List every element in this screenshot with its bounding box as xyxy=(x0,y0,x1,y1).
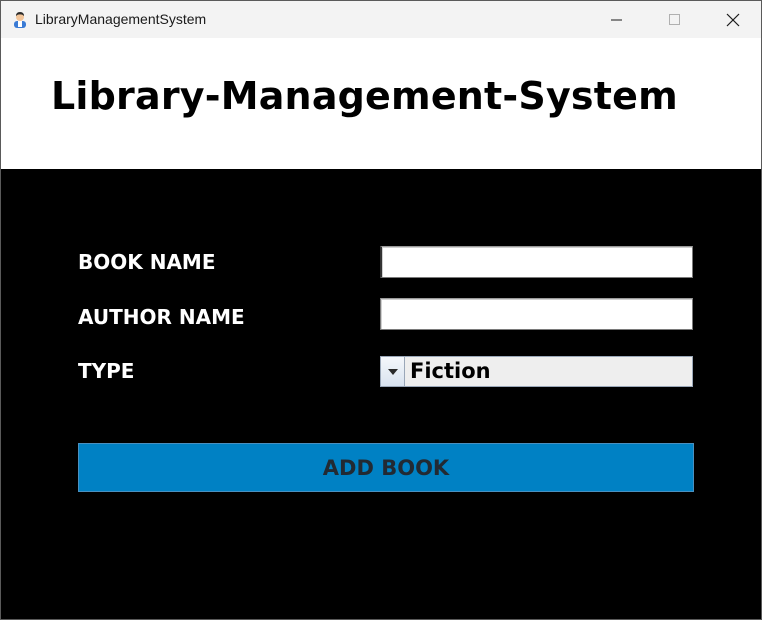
dropdown-arrow-button[interactable] xyxy=(381,357,405,386)
app-window: LibraryManagementSystem Library-Manageme… xyxy=(0,0,762,620)
window-title: LibraryManagementSystem xyxy=(35,11,207,27)
maximize-button[interactable] xyxy=(652,1,698,38)
type-label: TYPE xyxy=(78,359,135,383)
book-name-input[interactable] xyxy=(380,246,693,278)
maximize-icon xyxy=(669,13,680,25)
type-selected-value: Fiction xyxy=(410,359,491,383)
header-panel: Library-Management-System xyxy=(1,38,761,169)
minimize-button[interactable] xyxy=(594,1,640,38)
page-title: Library-Management-System xyxy=(51,74,678,118)
book-name-label: BOOK NAME xyxy=(78,250,216,274)
type-dropdown[interactable]: Fiction xyxy=(380,356,693,387)
add-book-button[interactable]: ADD BOOK xyxy=(78,443,694,492)
chevron-down-icon xyxy=(387,368,398,375)
user-avatar-icon xyxy=(11,10,29,28)
close-icon xyxy=(726,13,740,26)
close-button[interactable] xyxy=(710,1,756,38)
author-name-input[interactable] xyxy=(380,298,693,330)
title-bar[interactable]: LibraryManagementSystem xyxy=(1,1,761,38)
minimize-icon xyxy=(611,19,622,20)
author-name-label: AUTHOR NAME xyxy=(78,305,245,329)
